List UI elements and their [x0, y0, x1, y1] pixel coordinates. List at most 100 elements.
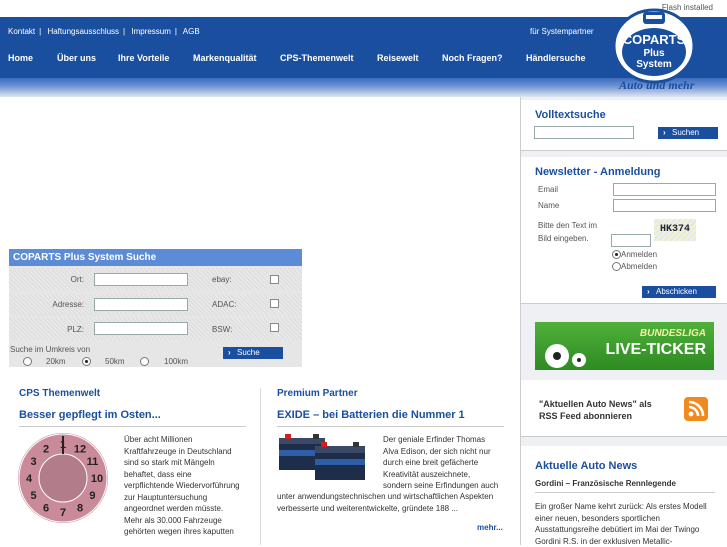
text-line: gehörten wegen ihres kaputten: [124, 526, 244, 538]
text-line: Ausstattungsreihe debütiert im Mai der T…: [535, 524, 725, 536]
nav-markenqualitaet[interactable]: Markenqualität: [193, 53, 257, 63]
text-line: angeordnet werden müsste.: [124, 503, 244, 515]
adresse-input[interactable]: [94, 298, 188, 311]
plz-input[interactable]: [94, 322, 188, 335]
text-line: verpflichtende Wiedervorführung: [124, 480, 244, 492]
radius-50-radio[interactable]: [82, 357, 91, 366]
fulltext-search-box: Volltextsuche Suchen: [521, 100, 727, 151]
newsletter-box: Newsletter - Anmeldung Email Name Bitte …: [521, 157, 727, 304]
text-line: Kraftfahrzeuge in Deutschland: [124, 446, 244, 458]
captcha-input[interactable]: [611, 234, 651, 247]
link-impressum[interactable]: Impressum: [131, 27, 171, 36]
mid-article-text-side: Der geniale Erfinder Thomas Alva Edison,…: [383, 434, 508, 492]
slogan: Auto und mehr: [619, 78, 694, 93]
rss-text-line: RSS Feed abonnieren: [539, 410, 652, 422]
sticker-number: 2: [43, 444, 49, 456]
newsletter-title: Newsletter - Anmeldung: [535, 166, 661, 178]
fulltext-input[interactable]: [534, 126, 634, 139]
nav-ihre-vorteile[interactable]: Ihre Vorteile: [118, 53, 169, 63]
column-divider: [260, 388, 261, 545]
text-line: zur Hauptuntersuchung: [124, 492, 244, 504]
sticker-number: 3: [31, 456, 37, 468]
rss-icon[interactable]: [684, 397, 708, 421]
ort-label: Ort:: [64, 275, 84, 284]
premium-partner-heading: Premium Partner: [277, 388, 358, 399]
radius-50-label: 50km: [105, 357, 125, 366]
left-article-text: Über acht Millionen Kraftfahrzeuge in De…: [124, 434, 244, 538]
bundesliga-ticker-banner[interactable]: BUNDESLIGA LIVE-TICKER: [535, 322, 714, 370]
logo-line2: Plus: [643, 48, 665, 59]
sticker-number: 10: [91, 473, 103, 485]
more-link[interactable]: mehr...: [477, 523, 503, 532]
text-line: einer neuen, besonders sportlichen: [535, 513, 725, 525]
sticker-number: 4: [26, 473, 33, 485]
news-item-title[interactable]: Gordini – Französische Rennlegende: [535, 479, 676, 488]
bundesliga-line2: LIVE-TICKER: [606, 341, 706, 359]
bsw-label: BSW:: [212, 325, 232, 334]
link-agb[interactable]: AGB: [183, 27, 200, 36]
text-line: Mehr als 30.000 Fahrzeuge: [124, 515, 244, 527]
text-line: sind so stark mit Mängeln: [124, 457, 244, 469]
battery-icon: [277, 432, 373, 482]
text-line: durch eine breit gefächerte: [383, 457, 508, 469]
sticker-number: 9: [89, 490, 95, 502]
logo-emblem: COPARTS Plus System: [612, 6, 697, 84]
link-kontakt[interactable]: Kontakt: [8, 27, 35, 36]
plz-label: PLZ:: [54, 325, 84, 334]
captcha-label-line: Bild eingeben.: [538, 232, 597, 245]
partner-link[interactable]: für Systempartner: [530, 27, 594, 36]
name-input[interactable]: [613, 199, 716, 212]
unsubscribe-label: Abmelden: [621, 262, 657, 271]
nav-haendlersuche[interactable]: Händlersuche: [526, 53, 586, 63]
radius-100-label: 100km: [164, 357, 188, 366]
logo-line3: System: [636, 59, 672, 70]
sticker-number: 11: [87, 456, 99, 468]
rss-box: "Aktuellen Auto News" als RSS Feed abonn…: [521, 380, 727, 437]
name-label: Name: [538, 201, 559, 210]
divider: [19, 426, 246, 427]
bundesliga-line1: BUNDESLIGA: [640, 328, 706, 339]
newsletter-submit-button[interactable]: Abschicken: [642, 286, 716, 298]
top-links: Kontakt| Haftungsausschluss| Impressum| …: [8, 27, 204, 36]
auto-news-box: Aktuelle Auto News Gordini – Französisch…: [521, 446, 727, 545]
email-label: Email: [538, 185, 558, 194]
bsw-checkbox[interactable]: [270, 323, 279, 332]
ebay-checkbox[interactable]: [270, 275, 279, 284]
radius-100-radio[interactable]: [140, 357, 149, 366]
rss-text[interactable]: "Aktuellen Auto News" als RSS Feed abonn…: [539, 398, 652, 422]
unsubscribe-radio[interactable]: [612, 262, 621, 271]
captcha-label-line: Bitte den Text im: [538, 219, 597, 232]
text-line: Über acht Millionen: [124, 434, 244, 446]
link-haftungsausschluss[interactable]: Haftungsausschluss: [47, 27, 119, 36]
cps-themenwelt-heading: CPS Themenwelt: [19, 388, 100, 399]
email-input[interactable]: [613, 183, 716, 196]
fulltext-search-button[interactable]: Suchen: [658, 127, 718, 139]
text-line: sondern seine Erfindungen auch: [383, 480, 508, 492]
sticker-number: 6: [43, 502, 49, 514]
separator: |: [175, 27, 177, 36]
radius-20-radio[interactable]: [23, 357, 32, 366]
text-line: Der geniale Erfinder Thomas: [383, 434, 508, 446]
nav-cps-themenwelt[interactable]: CPS-Themenwelt: [280, 53, 354, 63]
left-article-title[interactable]: Besser gepflegt im Osten...: [19, 409, 161, 421]
subscribe-radio[interactable]: [612, 250, 621, 259]
mid-article-title[interactable]: EXIDE – bei Batterien die Nummer 1: [277, 409, 465, 421]
nav-home[interactable]: Home: [8, 53, 33, 63]
rss-text-line: "Aktuellen Auto News" als: [539, 398, 652, 410]
search-submit-button[interactable]: Suche: [223, 347, 283, 359]
nav-ueber-uns[interactable]: Über uns: [57, 53, 96, 63]
text-line: Kreativität auszeichnete,: [383, 469, 508, 481]
radius-20-label: 20km: [46, 357, 66, 366]
mid-article-text-full: unter anwendungstechnischen und wirtscha…: [277, 491, 512, 514]
news-title: Aktuelle Auto News: [535, 460, 637, 472]
sticker-number: 7: [60, 507, 66, 519]
ort-input[interactable]: [94, 273, 188, 286]
nav-noch-fragen[interactable]: Noch Fragen?: [442, 53, 503, 63]
text-line: Alva Edison, der sich nicht nur: [383, 446, 508, 458]
text-line: Gordini R.S. in der exklusiven Metallic-: [535, 536, 725, 547]
logo-line1: COPARTS: [623, 32, 686, 47]
adac-checkbox[interactable]: [270, 299, 279, 308]
search-title: COPARTS Plus System Suche: [9, 249, 302, 266]
sticker-number: 5: [31, 490, 37, 502]
nav-reisewelt[interactable]: Reisewelt: [377, 53, 419, 63]
